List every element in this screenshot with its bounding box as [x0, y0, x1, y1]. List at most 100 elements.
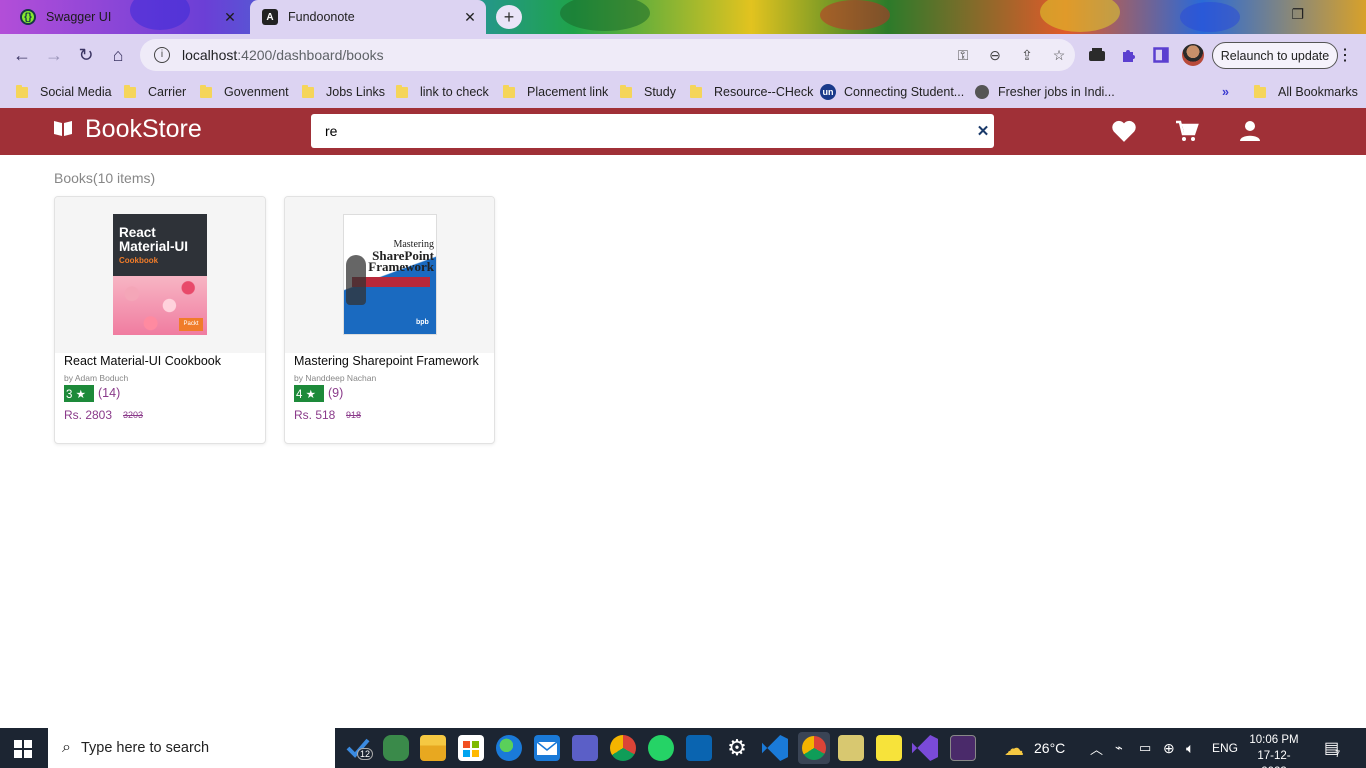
url-text: localhost:4200/dashboard/books [182, 47, 947, 63]
settings-gear-icon[interactable]: ⚙ [724, 735, 750, 761]
bookmark-social-media[interactable]: Social Media [16, 82, 112, 102]
bookmark-label: Placement link [527, 85, 609, 99]
teams-icon[interactable] [572, 735, 598, 761]
more-bookmarks-icon[interactable]: » [1222, 82, 1229, 102]
bookmark-placement-link[interactable]: Placement link [503, 82, 608, 102]
profile-avatar[interactable] [1182, 44, 1204, 66]
clear-search-icon[interactable]: ✕ [972, 122, 994, 140]
bookmark-fresher-jobs[interactable]: Fresher jobs in Indi... [975, 82, 1115, 102]
book-cover-image[interactable]: Mastering SharePoint Framework bpb [343, 214, 437, 335]
book-card[interactable]: React Material-UI Cookbook Packt React M… [54, 196, 266, 444]
address-bar[interactable]: i localhost:4200/dashboard/books ⚿ ⊖ ⇪ ☆ [140, 39, 1075, 71]
reload-icon[interactable]: ↻ [74, 43, 98, 67]
search-input[interactable] [311, 123, 972, 139]
book-title[interactable]: React Material-UI Cookbook [64, 354, 221, 368]
url-path: :4200/dashboard/books [237, 47, 384, 63]
book-price: Rs. 2803 [64, 408, 113, 422]
book-title[interactable]: Mastering Sharepoint Framework [294, 354, 479, 368]
background-splash [1180, 2, 1240, 32]
book-card[interactable]: Mastering SharePoint Framework bpb Maste… [284, 196, 495, 444]
share-icon[interactable]: ⇪ [1011, 47, 1043, 64]
search-icon: ⌕ [62, 739, 71, 756]
bookmarks-bar: Social Media Carrier Govenment Jobs Link… [0, 76, 1366, 108]
cover-figure [346, 255, 366, 305]
system-clock[interactable]: 10:06 PM 17-12-2023 [1246, 732, 1302, 768]
bookmark-resource-check[interactable]: Resource--CHeck [690, 82, 813, 102]
network-icon[interactable]: ⌁ [1115, 728, 1123, 768]
book-old-price: 3203 [123, 410, 144, 420]
bookmark-carrier[interactable]: Carrier [124, 82, 186, 102]
book-price: Rs. 518 [294, 408, 336, 422]
cart-icon[interactable] [1173, 118, 1201, 144]
key-icon[interactable]: ⚿ [947, 47, 979, 64]
books-count-label: Books(10 items) [54, 170, 156, 186]
bookmark-connecting-student[interactable]: un Connecting Student... [820, 82, 964, 102]
new-tab-button[interactable]: + [496, 5, 522, 29]
search-bar[interactable]: ✕ [311, 114, 994, 148]
sticky-notes-icon[interactable] [876, 735, 902, 761]
battery-icon[interactable]: ▭ [1139, 728, 1151, 768]
tab-swagger-ui[interactable]: {} Swagger UI ✕ [8, 0, 246, 34]
edge-browser-icon[interactable] [496, 735, 522, 761]
terminal-icon[interactable] [950, 735, 976, 761]
folder-icon [620, 84, 632, 98]
language-indicator[interactable]: ENG [1212, 728, 1238, 768]
windows-taskbar: ⌕ Type here to search 12 ⚙ ☁ 26°C ︿ ⌁ ▭ … [0, 728, 1366, 768]
vscode-icon[interactable] [762, 735, 788, 761]
ms-store-icon[interactable] [458, 735, 484, 761]
tool-app-icon[interactable] [838, 735, 864, 761]
home-icon[interactable]: ⌂ [106, 43, 130, 67]
restore-window-icon[interactable]: ❐ [1291, 6, 1304, 23]
clock-date: 17-12-2023 [1257, 750, 1291, 768]
globe-language-icon[interactable]: ⊕ [1163, 728, 1175, 768]
file-explorer-icon[interactable] [420, 735, 446, 761]
bookmark-label: Social Media [40, 85, 112, 99]
relaunch-to-update-button[interactable]: Relaunch to update [1212, 42, 1338, 69]
bookmark-label: Study [644, 85, 676, 99]
clock-time: 10:06 PM [1249, 734, 1299, 746]
windows-start-icon[interactable] [14, 740, 32, 758]
wishlist-heart-icon[interactable] [1110, 118, 1138, 144]
android-app-icon[interactable] [383, 735, 409, 761]
account-person-icon[interactable] [1236, 118, 1264, 144]
weather-widget[interactable]: ☁ 26°C [1004, 728, 1065, 768]
tab-fundoonote[interactable]: A Fundoonote ✕ [250, 0, 486, 34]
folder-icon [124, 84, 136, 98]
todo-app-icon[interactable]: 12 [345, 735, 374, 761]
back-icon[interactable]: ← [10, 43, 34, 67]
bookmark-study[interactable]: Study [620, 82, 676, 102]
visual-studio-icon[interactable] [912, 735, 938, 761]
forward-icon[interactable]: → [42, 43, 66, 67]
review-count: (14) [98, 386, 121, 400]
zoom-icon[interactable]: ⊖ [979, 47, 1011, 64]
whatsapp-icon[interactable] [648, 735, 674, 761]
more-menu-icon[interactable]: ⋮ [1337, 42, 1353, 68]
show-hidden-icons[interactable]: ︿ [1090, 728, 1103, 768]
bookmark-jobs-links[interactable]: Jobs Links [302, 82, 385, 102]
chrome-active-icon[interactable] [798, 732, 830, 764]
bookmark-all-bookmarks[interactable]: All Bookmarks [1254, 82, 1358, 102]
url-host: localhost [182, 47, 238, 63]
side-panel-icon[interactable] [1150, 42, 1172, 68]
book-author: by Adam Boduch [64, 373, 129, 383]
site-info-icon[interactable]: i [154, 47, 170, 63]
notifications-icon[interactable]: ▤ 7 [1324, 728, 1340, 768]
bookmark-star-icon[interactable]: ☆ [1043, 47, 1075, 64]
outlook-icon[interactable] [686, 735, 712, 761]
brand-title[interactable]: BookStore [85, 115, 202, 144]
bookmark-label: Resource--CHeck [714, 85, 814, 99]
extension-icon[interactable] [1086, 42, 1108, 68]
taskbar-search-box[interactable]: ⌕ Type here to search [48, 728, 335, 768]
volume-icon[interactable]: 🔈︎ [1186, 728, 1194, 768]
bookmark-govenment[interactable]: Govenment [200, 82, 289, 102]
bookmark-link-to-check[interactable]: link to check [396, 82, 489, 102]
mail-icon[interactable] [534, 735, 560, 761]
close-tab-icon[interactable]: ✕ [220, 9, 240, 26]
book-cover-image[interactable]: React Material-UI Cookbook Packt [113, 214, 207, 335]
globe-icon [975, 85, 989, 99]
chrome-icon[interactable] [610, 735, 636, 761]
close-tab-icon[interactable]: ✕ [460, 9, 480, 26]
puzzle-extensions-icon[interactable] [1118, 42, 1140, 68]
folder-icon [16, 84, 28, 98]
bookmark-label: All Bookmarks [1278, 85, 1358, 99]
